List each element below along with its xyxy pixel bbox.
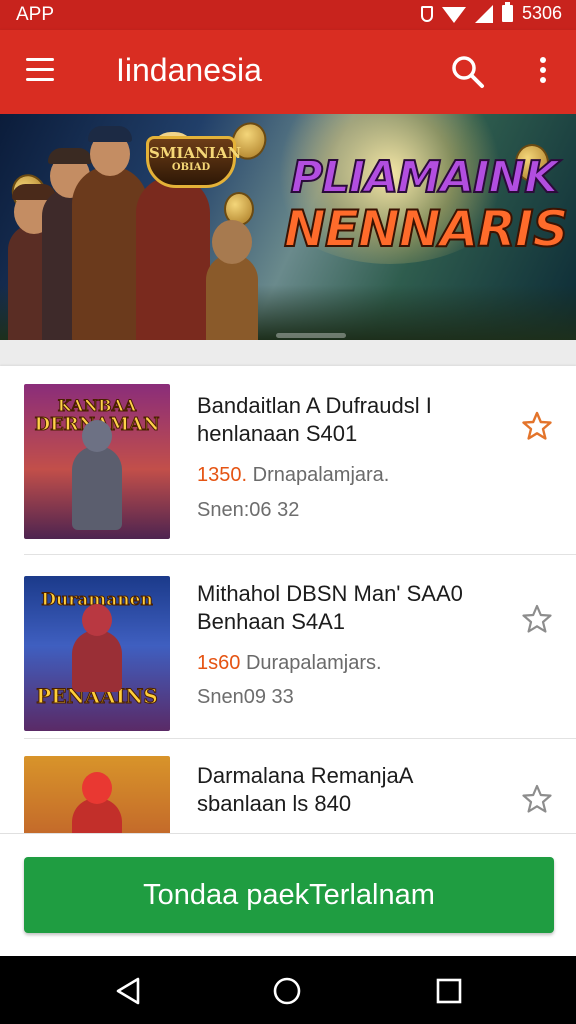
banner-page-indicator: [276, 333, 346, 338]
battery-icon: [501, 2, 513, 22]
status-icons: 5306: [420, 2, 562, 24]
status-time: 5306: [521, 3, 562, 23]
primary-action-button[interactable]: Tondaa paekTerlalnam: [24, 857, 554, 933]
shield-icon: [420, 5, 433, 22]
banner-title-line1: PLIAMAINK: [290, 152, 560, 203]
game-list: KANBAA DERNAMAN Bandaitlan A Dufraudsl I…: [0, 366, 576, 833]
banner-logo: SMIANIAN OBIAD: [146, 136, 241, 188]
star-icon[interactable]: [522, 604, 552, 634]
hero-character: [136, 132, 210, 340]
bottom-action-area: Tondaa paekTerlalnam: [0, 833, 576, 957]
wifi-icon: [441, 6, 466, 23]
star-icon[interactable]: [522, 411, 552, 441]
status-bar: APP 5306: [0, 0, 576, 30]
search-icon[interactable]: [450, 54, 486, 90]
item-title: Mithahol DBSN Man' SAA0 Benhaan S4A1: [197, 581, 463, 634]
item-size: Snen09 33: [197, 686, 294, 708]
item-price: 1350.: [197, 464, 248, 486]
hero-character: [206, 220, 258, 340]
item-title: Bandaitlan A Dufraudsl Ihenlanaan S401: [197, 393, 432, 446]
signal-icon: [474, 4, 493, 23]
item-desc: Durapalamjars.: [245, 652, 382, 674]
item-meta: 1350. Drnapalamjara.: [197, 464, 389, 487]
app-title: Iindanesia: [116, 52, 262, 88]
featured-banner[interactable]: SMIANIAN OBIAD PLIAMAINK NENNARIS: [0, 114, 576, 340]
home-circle-icon[interactable]: [272, 976, 302, 1006]
list-item[interactable]: Darmalana RemanjaA sbanlaan ls 840: [0, 740, 576, 833]
game-thumbnail: Duramanen PENAAINS: [24, 576, 170, 731]
list-item[interactable]: Duramanen PENAAINS Mithahol DBSN Man' SA…: [0, 556, 576, 746]
item-meta: 1s60 Durapalamjars.: [197, 652, 382, 675]
item-title: Darmalana RemanjaA sbanlaan ls 840: [197, 763, 414, 816]
more-vert-icon[interactable]: [534, 54, 552, 90]
recents-square-icon[interactable]: [434, 976, 464, 1006]
status-app-label: APP: [16, 4, 55, 25]
item-desc: Drnapalamjara.: [252, 464, 390, 486]
system-nav-bar: [0, 956, 576, 1024]
game-thumbnail: KANBAA DERNAMAN: [24, 384, 170, 539]
hamburger-menu-icon[interactable]: [26, 58, 54, 82]
list-item[interactable]: KANBAA DERNAMAN Bandaitlan A Dufraudsl I…: [0, 366, 576, 556]
app-bar: Iindanesia: [0, 30, 576, 114]
star-icon[interactable]: [522, 784, 552, 814]
item-size: Snen:06 32: [197, 499, 300, 521]
list-divider: [24, 738, 576, 739]
game-thumbnail: [24, 756, 170, 833]
banner-title-line2: NENNARIS: [283, 200, 570, 258]
back-triangle-icon[interactable]: [114, 976, 144, 1006]
list-divider: [24, 554, 576, 555]
item-price: 1s60: [197, 652, 241, 674]
